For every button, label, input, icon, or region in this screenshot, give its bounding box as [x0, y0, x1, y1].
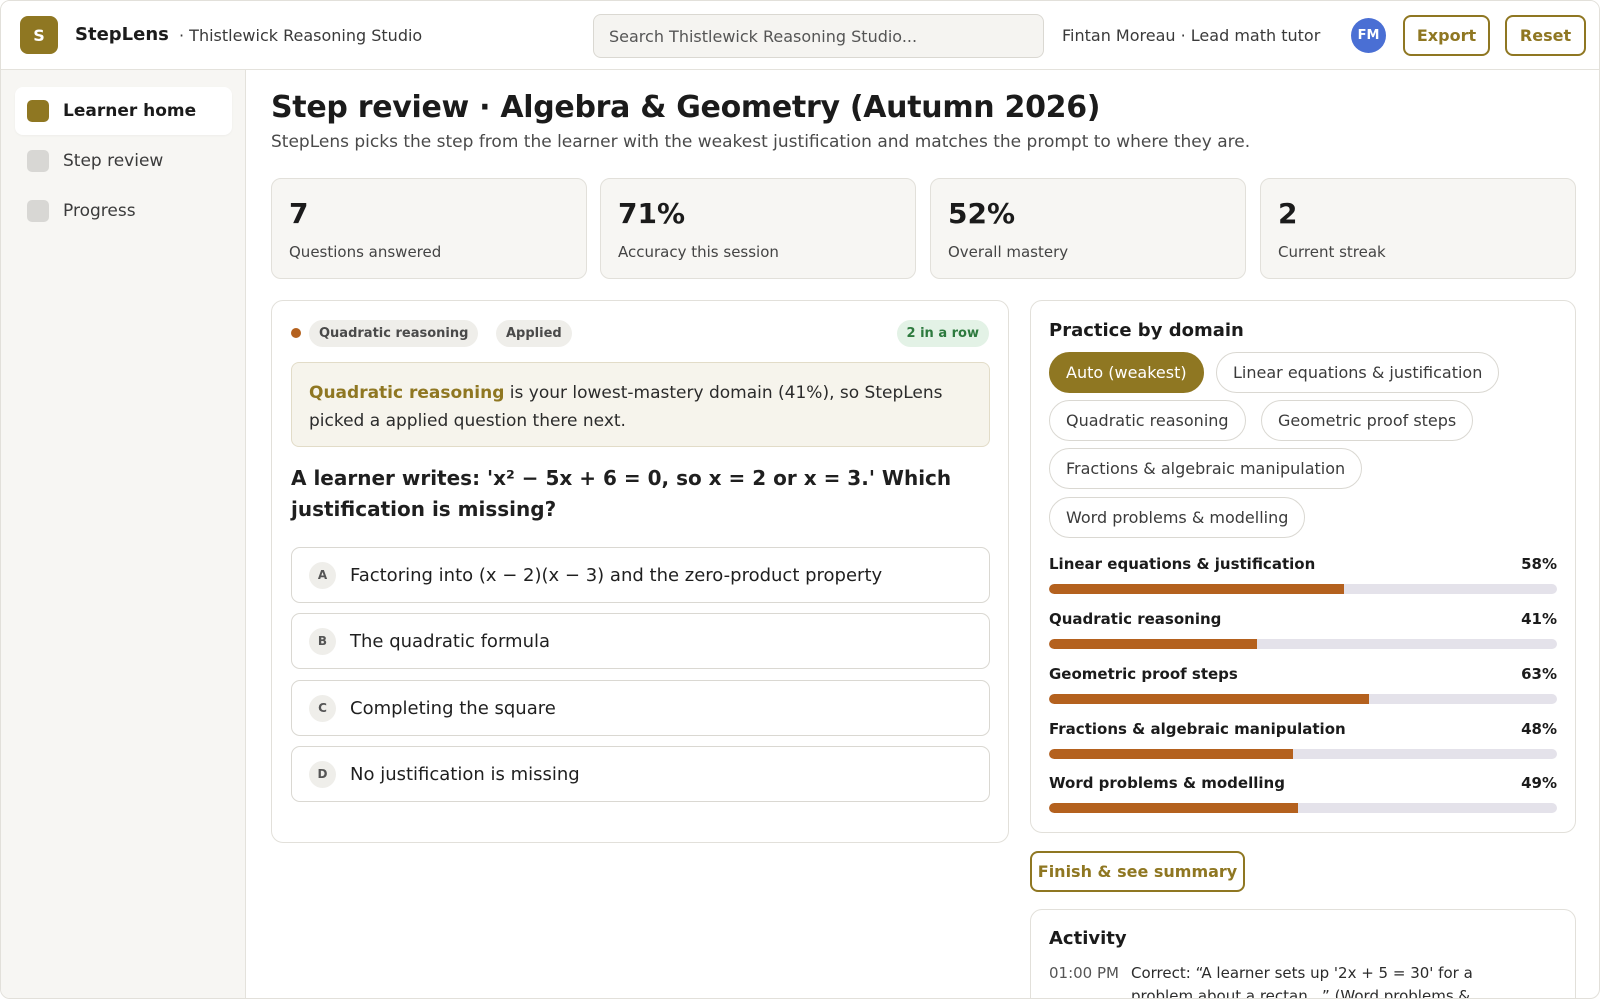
sidebar-item-learner-home[interactable]: Learner home: [15, 87, 232, 135]
sidebar-item-step-review[interactable]: Step review: [15, 137, 232, 185]
domain-label: Geometric proof steps: [1049, 665, 1238, 683]
workspace-name: · Thistlewick Reasoning Studio: [179, 26, 423, 45]
answer-option-a[interactable]: A Factoring into (x − 2)(x − 3) and the …: [291, 547, 990, 603]
option-text: Completing the square: [350, 697, 556, 719]
domain-tag: Quadratic reasoning: [309, 320, 479, 347]
sidebar-item-label: Learner home: [63, 101, 197, 121]
mastery-bar: [1049, 749, 1557, 759]
chip-quadratic-reasoning[interactable]: Quadratic reasoning: [1049, 400, 1246, 441]
domain-label: Fractions & algebraic manipulation: [1049, 720, 1346, 738]
status-dot-icon: [291, 328, 301, 338]
mastery-bar: [1049, 803, 1557, 813]
stat-value: 2: [1278, 197, 1298, 230]
practice-panel: Practice by domain Auto (weakest) Linear…: [1030, 300, 1576, 833]
finish-summary-button[interactable]: Finish & see summary: [1030, 851, 1245, 892]
activity-title: Activity: [1049, 928, 1127, 949]
brand-name: StepLens: [75, 24, 169, 45]
stat-card: 52% Overall mastery: [930, 178, 1246, 279]
practice-title: Practice by domain: [1049, 320, 1244, 341]
stat-value: 52%: [948, 197, 1016, 230]
user-name: Fintan Moreau · Lead math tutor: [1062, 26, 1321, 45]
mastery-bar: [1049, 639, 1557, 649]
mastery-bar: [1049, 694, 1557, 704]
top-bar: S StepLens · Thistlewick Reasoning Studi…: [1, 1, 1599, 70]
option-letter: D: [309, 760, 336, 788]
domain-percent: 58%: [1521, 555, 1557, 573]
chip-word-problems[interactable]: Word problems & modelling: [1049, 497, 1306, 538]
difficulty-tag: Applied: [496, 320, 572, 347]
stat-card: 7 Questions answered: [271, 178, 587, 279]
stat-label: Accuracy this session: [618, 243, 779, 261]
app-logo: S: [20, 16, 58, 54]
avatar[interactable]: FM: [1351, 18, 1386, 53]
activity-panel: Activity 01:00 PM Correct: “A learner se…: [1030, 909, 1576, 999]
reset-button[interactable]: Reset: [1505, 15, 1586, 56]
mastery-fill: [1049, 639, 1258, 649]
export-button[interactable]: Export: [1403, 15, 1490, 56]
option-text: The quadratic formula: [350, 630, 551, 652]
page-subtitle: StepLens picks the step from the learner…: [271, 132, 1251, 152]
question-card: Quadratic reasoning Applied 2 in a row Q…: [271, 300, 1009, 843]
sidebar-item-label: Step review: [63, 151, 164, 171]
page-title: Step review · Algebra & Geometry (Autumn…: [271, 90, 1101, 125]
sidebar: Learner home Step review Progress: [1, 70, 246, 998]
stat-label: Questions answered: [289, 243, 442, 261]
chip-fractions[interactable]: Fractions & algebraic manipulation: [1049, 448, 1363, 489]
option-letter: C: [309, 694, 336, 722]
option-text: No justification is missing: [350, 763, 580, 785]
stat-value: 71%: [618, 197, 686, 230]
answer-option-d[interactable]: D No justification is missing: [291, 746, 990, 802]
stat-label: Current streak: [1278, 243, 1386, 261]
domain-label: Word problems & modelling: [1049, 774, 1285, 792]
recommendation-callout: Quadratic reasoning is your lowest-maste…: [291, 362, 990, 447]
sidebar-item-progress[interactable]: Progress: [15, 187, 232, 235]
chip-geometric-proof[interactable]: Geometric proof steps: [1261, 400, 1474, 441]
activity-time: 01:00 PM: [1049, 964, 1119, 982]
progress-icon: [27, 200, 49, 222]
stat-card: 2 Current streak: [1260, 178, 1576, 279]
chip-linear-equations[interactable]: Linear equations & justification: [1216, 352, 1500, 393]
learner-home-icon: [27, 100, 49, 122]
answer-option-b[interactable]: B The quadratic formula: [291, 613, 990, 669]
mastery-bar: [1049, 584, 1557, 594]
answer-option-c[interactable]: C Completing the square: [291, 680, 990, 736]
stat-value: 7: [289, 197, 309, 230]
mastery-fill: [1049, 694, 1370, 704]
domain-label: Linear equations & justification: [1049, 555, 1316, 573]
step-review-icon: [27, 150, 49, 172]
sidebar-item-label: Progress: [63, 201, 136, 221]
mastery-fill: [1049, 584, 1344, 594]
option-letter: A: [309, 561, 336, 589]
option-text: Factoring into (x − 2)(x − 3) and the ze…: [350, 564, 883, 586]
question-prompt: A learner writes: 'x² − 5x + 6 = 0, so x…: [291, 466, 952, 521]
option-letter: B: [309, 627, 336, 655]
domain-label: Quadratic reasoning: [1049, 610, 1222, 628]
mastery-fill: [1049, 749, 1293, 759]
domain-percent: 48%: [1521, 720, 1557, 738]
streak-badge: 2 in a row: [896, 320, 989, 347]
chip-auto-weakest[interactable]: Auto (weakest): [1049, 352, 1204, 393]
search-input[interactable]: [593, 14, 1044, 58]
app-window: S StepLens · Thistlewick Reasoning Studi…: [0, 0, 1600, 999]
mastery-fill: [1049, 803, 1298, 813]
activity-text: Correct: “A learner sets up '2x + 5 = 30…: [1131, 964, 1473, 999]
domain-percent: 63%: [1521, 665, 1557, 683]
stat-label: Overall mastery: [948, 243, 1069, 261]
domain-percent: 49%: [1521, 774, 1557, 792]
callout-domain: Quadratic reasoning: [309, 383, 505, 403]
stat-card: 71% Accuracy this session: [600, 178, 916, 279]
domain-percent: 41%: [1521, 610, 1557, 628]
